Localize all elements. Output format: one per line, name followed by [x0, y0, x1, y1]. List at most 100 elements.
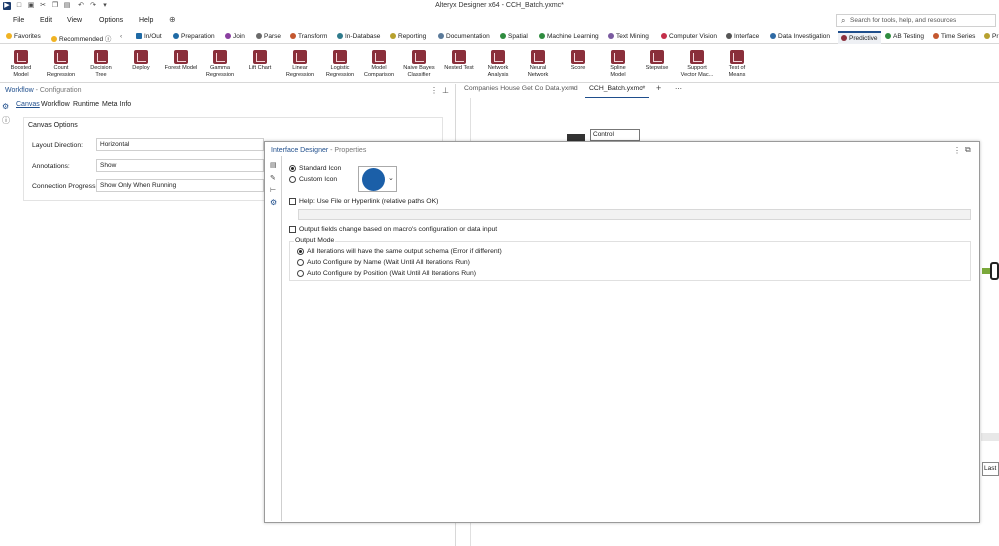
tool-spline-model[interactable]: Spline Model [599, 50, 637, 78]
interface-icon [726, 33, 732, 39]
tool-label: Deploy [132, 65, 150, 71]
tool-lift-chart[interactable]: Lift Chart [241, 50, 279, 72]
ab-testing-icon [885, 33, 891, 39]
tab-interface[interactable]: Interface [726, 33, 759, 40]
tool-decision-tree[interactable]: Decision Tree [82, 50, 120, 78]
layout-direction-select[interactable]: Horizontal [96, 138, 264, 151]
tool-test-of-means[interactable]: Test of Means [718, 50, 756, 78]
tab-documentation[interactable]: Documentation [438, 33, 490, 40]
tool-forest-model[interactable]: Forest Model [162, 50, 200, 72]
connection-progress-select[interactable]: Show Only When Running [96, 179, 264, 192]
tab-cch-batch[interactable]: CCH_Batch.yxmc* [589, 85, 645, 92]
tool-count-regression[interactable]: Count Regression [42, 50, 80, 78]
tab-data-investigation[interactable]: Data Investigation [770, 33, 830, 40]
tool-label: Support Vector Mac... [680, 65, 714, 78]
gear-icon[interactable]: ⚙ [270, 198, 277, 207]
tool-linear-regression[interactable]: Linear Regression [281, 50, 319, 78]
tab-ab-testing[interactable]: AB Testing [885, 33, 924, 40]
help-path-field[interactable] [298, 209, 971, 220]
connection-progress-label: Connection Progress: [32, 183, 98, 190]
tool-support-vector-machine[interactable]: Support Vector Mac... [678, 50, 716, 78]
mode-by-name-radio[interactable] [297, 259, 304, 266]
more-tabs-icon[interactable]: ⋯ [675, 85, 682, 93]
tab-favorites[interactable]: Favorites [6, 33, 41, 40]
menu-options[interactable]: Options [99, 17, 123, 24]
standard-icon-radio[interactable] [289, 165, 296, 172]
tab-computer-vision[interactable]: Computer Vision [661, 33, 717, 40]
workflow-tool-node[interactable] [990, 262, 999, 280]
annotations-select[interactable]: Show [96, 159, 264, 172]
tool-label: Nested Test [444, 65, 474, 71]
tab-in-out[interactable]: In/Out [136, 33, 162, 40]
help-checkbox[interactable] [289, 198, 296, 205]
pin-icon[interactable]: ⊥ [442, 86, 449, 95]
search-input[interactable]: ⌕ Search for tools, help, and resources [836, 14, 996, 27]
tab-meta-info[interactable]: Meta Info [102, 101, 131, 108]
tab-parse[interactable]: Parse [256, 33, 281, 40]
tool-boosted-model[interactable]: Boosted Model [2, 50, 40, 78]
new-tab-icon[interactable]: + [656, 83, 661, 93]
gear-icon[interactable]: ⚙ [2, 102, 9, 111]
tab-companies-house[interactable]: Companies House Get Co Data.yxmd [464, 85, 578, 92]
window-title: Alteryx Designer x64 - CCH_Batch.yxmc* [435, 2, 564, 9]
boosted-model-icon [14, 50, 28, 64]
mode-same-schema-radio[interactable] [297, 248, 304, 255]
tab-in-database[interactable]: In-Database [337, 33, 380, 40]
tab-transform[interactable]: Transform [290, 33, 327, 40]
tab-predictive[interactable]: Predictive [838, 31, 881, 44]
neural-network-icon [531, 50, 545, 64]
tab-recommended[interactable]: Recommended ⓘ [51, 33, 111, 43]
tool-label: Spline Model [610, 65, 626, 78]
tool-deploy[interactable]: Deploy [122, 50, 160, 72]
tab-machine-learning[interactable]: Machine Learning [539, 33, 599, 40]
tool-gamma-regression[interactable]: Gamma Regression [201, 50, 239, 78]
tab-text-mining[interactable]: Text Mining [608, 33, 649, 40]
tab-spatial[interactable]: Spatial [500, 33, 528, 40]
tool-network-analysis[interactable]: Network Analysis [479, 50, 517, 78]
custom-icon-radio[interactable] [289, 176, 296, 183]
tool-stepwise[interactable]: Stepwise [638, 50, 676, 72]
more-options-icon[interactable]: ⋮ [953, 146, 961, 155]
tool-label: Forest Model [164, 65, 198, 71]
mode-by-position-radio[interactable] [297, 270, 304, 277]
close-tab-icon[interactable]: × [571, 85, 575, 92]
layout-view-icon[interactable]: ▤ [270, 161, 277, 169]
icon-picker[interactable]: ⌄ [358, 166, 397, 192]
naive-bayes-icon [412, 50, 426, 64]
designer-sidebar-divider [281, 156, 282, 521]
tab-runtime[interactable]: Runtime [73, 101, 99, 108]
logistic-regression-icon [333, 50, 347, 64]
tool-model-comparison[interactable]: Model Comparison [360, 50, 398, 78]
tab-canvas[interactable]: Canvas [16, 101, 40, 108]
close-tab-icon[interactable]: × [641, 85, 645, 92]
tool-logistic-regression[interactable]: Logistic Regression [321, 50, 359, 78]
globe-icon[interactable]: ⊕ [169, 15, 176, 24]
tool-label: Linear Regression [285, 65, 315, 78]
tab-prescriptive[interactable]: Pr [984, 33, 999, 40]
tree-view-icon[interactable]: ⊢ [270, 186, 276, 194]
prescriptive-icon [984, 33, 990, 39]
tool-neural-network[interactable]: Neural Network [519, 50, 557, 78]
info-icon[interactable]: ⓘ [2, 115, 10, 126]
wrench-icon[interactable]: ✎ [270, 174, 276, 182]
menu-view[interactable]: View [67, 17, 82, 24]
output-fields-checkbox[interactable] [289, 226, 296, 233]
undock-icon[interactable]: ⧉ [965, 145, 971, 155]
tab-time-series[interactable]: Time Series [933, 33, 975, 40]
tab-workflow[interactable]: Workflow [41, 101, 70, 108]
menu-file[interactable]: File [13, 17, 24, 24]
more-options-icon[interactable]: ⋮ [430, 86, 438, 95]
last-item-box[interactable]: Last I [982, 462, 999, 476]
tool-score[interactable]: Score [559, 50, 597, 72]
tab-join[interactable]: Join [225, 33, 245, 40]
tab-preparation[interactable]: Preparation [173, 33, 215, 40]
menu-edit[interactable]: Edit [40, 17, 52, 24]
panel-title: Workflow - Configuration [5, 87, 82, 94]
menu-help[interactable]: Help [139, 17, 153, 24]
scroll-left-icon[interactable]: ‹ [120, 33, 122, 40]
interface-designer-window: Interface Designer - Properties ⋮ ⧉ ▤ ✎ … [264, 141, 980, 523]
tab-reporting[interactable]: Reporting [390, 33, 426, 40]
tool-nested-test[interactable]: Nested Test [440, 50, 478, 72]
tool-naive-bayes[interactable]: Naive Bayes Classifier [400, 50, 438, 78]
control-parameter-tool[interactable]: Control [590, 129, 640, 141]
